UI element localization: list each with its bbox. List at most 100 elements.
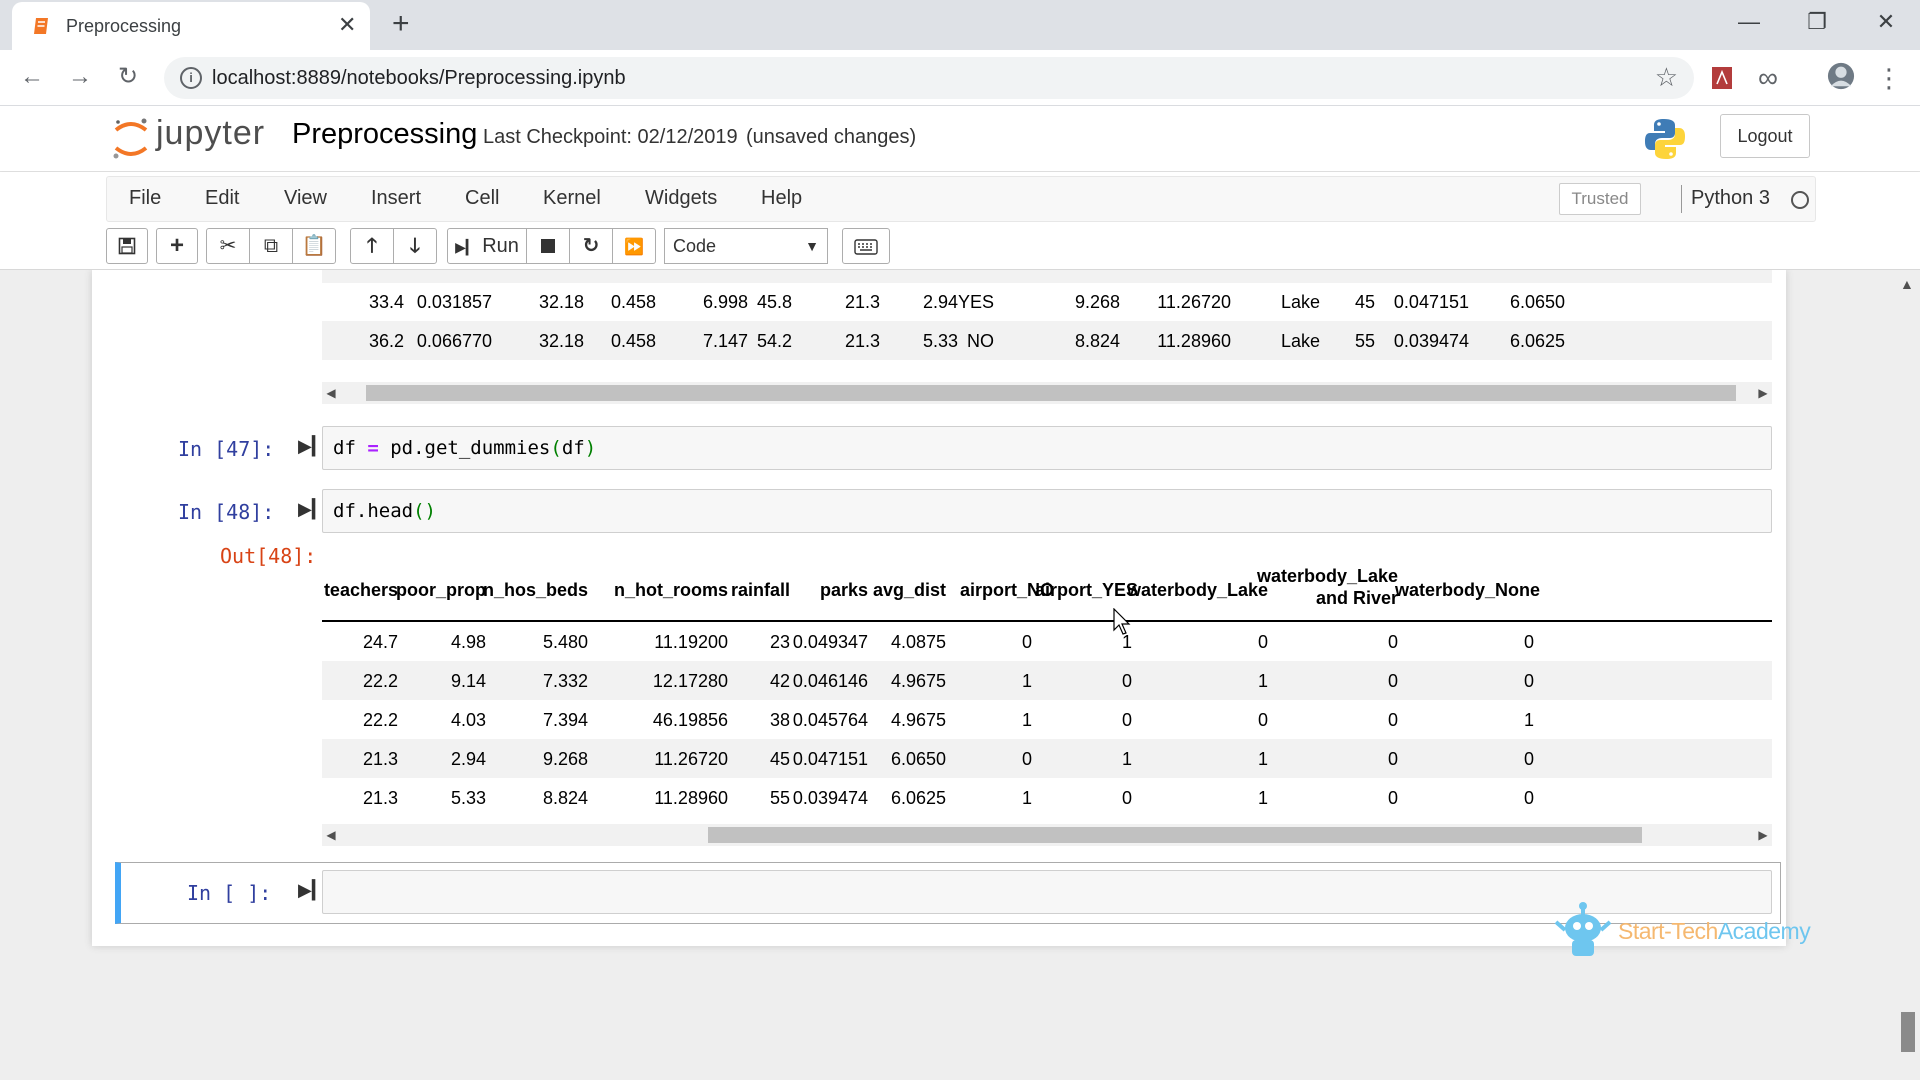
browser-tab[interactable]: Preprocessing ✕ bbox=[12, 2, 370, 50]
table-cell: 0 bbox=[1387, 710, 1398, 730]
table-cell: 1 bbox=[1021, 710, 1032, 730]
menu-insert[interactable]: Insert bbox=[371, 187, 421, 210]
scroll-left-arrow-icon[interactable]: ◀ bbox=[322, 384, 340, 402]
browser-menu-icon[interactable]: ⋮ bbox=[1876, 64, 1902, 92]
jupyter-logo-text[interactable]: jupyter bbox=[156, 114, 265, 153]
address-bar[interactable]: i localhost:8889/notebooks/Preprocessing… bbox=[164, 57, 1694, 99]
kernel-name[interactable]: Python 3 bbox=[1691, 187, 1770, 210]
back-arrow-icon[interactable]: ← bbox=[14, 60, 50, 96]
trusted-indicator[interactable]: Trusted bbox=[1559, 183, 1641, 215]
save-button[interactable] bbox=[106, 228, 148, 264]
url-text[interactable]: localhost:8889/notebooks/Preprocessing.i… bbox=[212, 67, 626, 90]
window-restore-button[interactable]: ❐ bbox=[1797, 8, 1837, 36]
table-cell: 46.19856 bbox=[652, 710, 728, 730]
menu-edit[interactable]: Edit bbox=[205, 187, 239, 210]
copy-icon: ⧉ bbox=[263, 235, 279, 257]
table-row: 33.4 0.031857 32.18 0.458 6.998 45.8 21.3 2.94 Y… bbox=[322, 282, 1772, 321]
pdf-extension-icon[interactable] bbox=[1710, 64, 1734, 92]
column-header: teachers bbox=[323, 580, 398, 600]
table-cell: 2.94 bbox=[450, 749, 486, 769]
table-cell: 0.047151 bbox=[1393, 292, 1469, 312]
scrollbar-thumb[interactable] bbox=[708, 827, 1642, 843]
move-up-button[interactable]: 🡑 bbox=[350, 228, 394, 264]
table-cell: 7.394 bbox=[542, 710, 588, 730]
selected-cell[interactable]: In [ ]: ▶▎ bbox=[115, 862, 1781, 924]
reload-icon[interactable]: ↻ bbox=[110, 60, 146, 96]
jupyter-logo-icon[interactable] bbox=[110, 116, 152, 162]
table-cell: 1 bbox=[1257, 671, 1268, 691]
cut-button[interactable]: ✂ bbox=[206, 228, 250, 264]
table-cell: 54.2 bbox=[756, 331, 792, 351]
fast-forward-icon: ⏩ bbox=[624, 239, 644, 256]
browser-toolbar: ← → ↻ i localhost:8889/notebooks/Preproc… bbox=[0, 50, 1920, 106]
move-down-button[interactable]: 🡓 bbox=[393, 228, 437, 264]
restart-run-all-button[interactable]: ⏩ bbox=[612, 228, 656, 264]
run-button[interactable]: ▶▎ Run bbox=[447, 228, 527, 264]
notebook-menubar: File Edit View Insert Cell Kernel Widget… bbox=[0, 172, 1920, 270]
window-minimize-button[interactable]: — bbox=[1729, 8, 1769, 36]
scroll-up-arrow-icon[interactable]: ▲ bbox=[1900, 276, 1914, 292]
code-cell-input[interactable]: df = pd.get_dummies(df) bbox=[322, 426, 1772, 470]
table-cell: 1 bbox=[1523, 710, 1534, 730]
insert-cell-button[interactable]: + bbox=[156, 228, 198, 264]
table-cell: 21.3 bbox=[362, 749, 398, 769]
table-cell: 7.394 bbox=[1075, 270, 1120, 275]
command-palette-button[interactable] bbox=[842, 228, 890, 264]
table-cell: 0 bbox=[1257, 632, 1268, 652]
table-cell: 32.18 bbox=[538, 292, 584, 312]
table-cell: 2.94 bbox=[922, 292, 958, 312]
column-header: avg_dist bbox=[872, 580, 946, 600]
profile-avatar[interactable] bbox=[1826, 62, 1856, 90]
table-cell: 21.3 bbox=[844, 331, 880, 351]
code-line: df = pd.get_dummies(df) bbox=[333, 437, 597, 459]
cell-type-value: Code bbox=[673, 236, 717, 256]
menu-file[interactable]: File bbox=[129, 187, 161, 210]
menu-cell[interactable]: Cell bbox=[465, 187, 499, 210]
autosave-status: (unsaved changes) bbox=[746, 126, 917, 148]
notebook-name[interactable]: Preprocessing bbox=[292, 118, 477, 151]
column-header: waterbody_None bbox=[1394, 580, 1540, 600]
forward-arrow-icon[interactable]: → bbox=[62, 60, 98, 96]
scrollbar-thumb[interactable] bbox=[366, 385, 1736, 401]
output-horizontal-scrollbar[interactable]: ◀ ▶ bbox=[322, 382, 1772, 404]
table-cell: 0.469 bbox=[611, 270, 656, 275]
output-horizontal-scrollbar[interactable]: ◀ ▶ bbox=[322, 824, 1772, 846]
scroll-right-arrow-icon[interactable]: ▶ bbox=[1754, 826, 1772, 844]
table-cell: 21.3 bbox=[844, 292, 880, 312]
table-cell: 11.26720 bbox=[654, 749, 728, 769]
cell-type-select[interactable]: Code ▼ bbox=[664, 228, 828, 264]
menu-kernel[interactable]: Kernel bbox=[543, 187, 601, 210]
table-cell: 0 bbox=[1257, 710, 1268, 730]
logout-button[interactable]: Logout bbox=[1720, 114, 1810, 158]
checkpoint-status: Last Checkpoint: 02/12/2019 bbox=[483, 126, 738, 148]
table-cell: Lake bbox=[1280, 292, 1320, 312]
window-close-button[interactable]: ✕ bbox=[1866, 8, 1906, 36]
notebook-page: 34.7 0.026924 37.07 0.469 7.185 61.1 22.2 4.03 N… bbox=[92, 270, 1786, 946]
new-tab-button[interactable]: + bbox=[392, 8, 410, 40]
interrupt-button[interactable] bbox=[526, 228, 570, 264]
menu-widgets[interactable]: Widgets bbox=[645, 187, 717, 210]
menu-view[interactable]: View bbox=[284, 187, 327, 210]
scroll-right-arrow-icon[interactable]: ▶ bbox=[1754, 384, 1772, 402]
mouse-cursor-icon bbox=[1113, 608, 1131, 635]
table-cell: 12.17280 bbox=[652, 671, 728, 691]
code-cell-input[interactable]: df.head() bbox=[322, 489, 1772, 533]
infinity-extension-icon[interactable]: ∞ bbox=[1752, 64, 1784, 92]
site-info-icon[interactable]: i bbox=[180, 67, 202, 89]
scrollbar-thumb[interactable] bbox=[1901, 1012, 1915, 1052]
scissors-icon: ✂ bbox=[219, 235, 237, 257]
bookmark-star-icon[interactable]: ☆ bbox=[1655, 63, 1678, 91]
tab-close-icon[interactable]: ✕ bbox=[338, 12, 356, 38]
column-header: poor_prop bbox=[396, 580, 486, 600]
column-header: n_hos_beds bbox=[482, 580, 588, 600]
paste-button[interactable]: 📋 bbox=[292, 228, 336, 264]
scroll-left-arrow-icon[interactable]: ◀ bbox=[322, 826, 340, 844]
table-row: 36.2 0.066770 32.18 0.458 7.147 54.2 21.3 5.33 N… bbox=[322, 321, 1772, 360]
menu-help[interactable]: Help bbox=[761, 187, 802, 210]
code-line: df.head() bbox=[333, 500, 436, 522]
table-row: 24.7 4.98 5.480 11.19200 23 0.049347 4.0875 0 1 0… bbox=[322, 622, 1772, 661]
restart-button[interactable]: ↻ bbox=[569, 228, 613, 264]
copy-button[interactable]: ⧉ bbox=[249, 228, 293, 264]
table-cell: 22.2 bbox=[845, 270, 880, 275]
page-vertical-scrollbar[interactable]: ▲ bbox=[1896, 270, 1920, 1080]
